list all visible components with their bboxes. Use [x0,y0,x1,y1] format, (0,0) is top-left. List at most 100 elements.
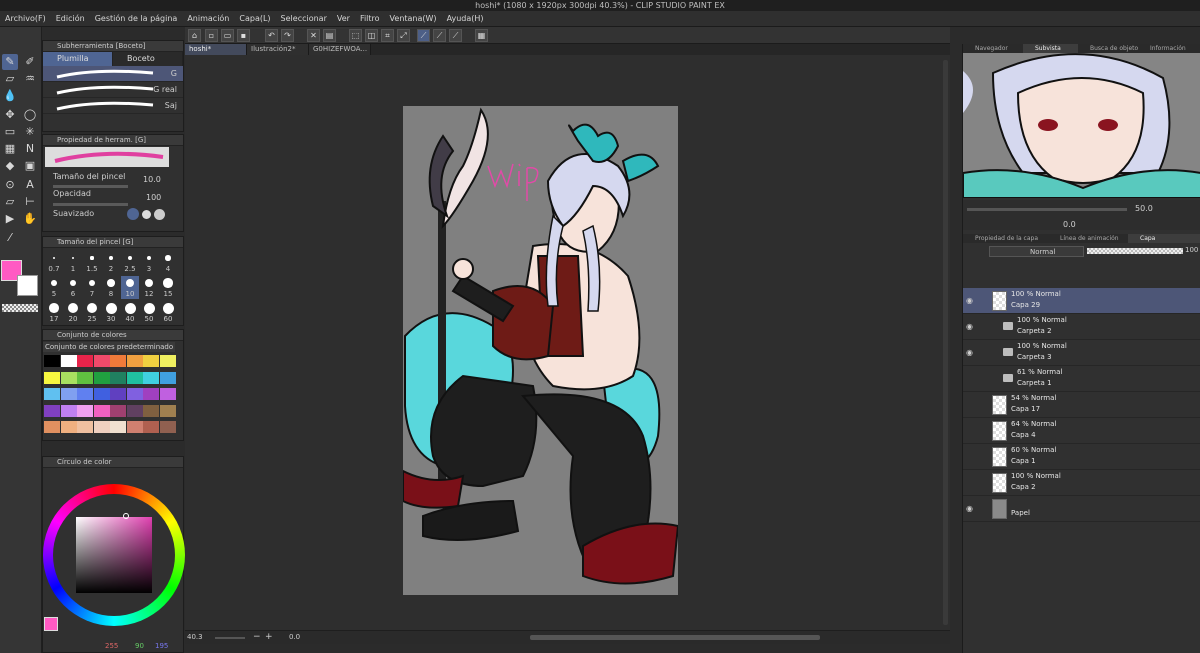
eyedropper-tool-icon[interactable]: ⊙ [2,177,18,193]
menu-animacion[interactable]: Animación [182,11,234,27]
tab-boceto[interactable]: Boceto [113,52,183,66]
fill-tool-icon[interactable]: ◆ [2,158,18,174]
layer-row[interactable]: 54 % Normal Capa 17 [963,392,1200,418]
color-swatch[interactable] [159,355,176,367]
layer-row[interactable]: ◉ 100 % Normal Carpeta 3 [963,340,1200,366]
layer-opacity-slider[interactable] [1087,248,1183,254]
menu-capa[interactable]: Capa(L) [234,11,275,27]
text-tool-icon[interactable]: A [22,177,38,193]
color-swatch[interactable] [93,355,110,367]
invert-selection-icon[interactable]: ◫ [365,29,378,42]
brush-size-dot[interactable] [88,279,96,287]
brush-size-dot[interactable] [125,278,135,288]
color-swatch[interactable] [159,421,176,433]
move-tool-icon[interactable]: ✥ [2,107,18,123]
color-swatch[interactable] [159,404,176,417]
menu-ayuda[interactable]: Ayuda(H) [442,11,489,27]
color-swatch[interactable] [93,421,110,433]
subview-angle[interactable]: 0.0 [1063,220,1076,229]
color-swatch[interactable] [126,421,143,433]
open-file-icon[interactable]: ▭ [221,29,234,42]
gradient-tool-icon[interactable]: ▣ [22,158,38,174]
clear-icon[interactable]: ✕ [307,29,320,42]
home-icon[interactable]: ⌂ [188,29,201,42]
brush-size-dot[interactable] [143,302,155,314]
layer-opacity-value[interactable]: 100 [1185,246,1198,254]
menu-ver[interactable]: Ver [332,11,355,27]
rotation-value[interactable]: 0.0 [289,633,300,641]
menu-edicion[interactable]: Edición [51,11,90,27]
brush-size-dot[interactable] [105,302,117,314]
color-swatch[interactable] [159,388,176,400]
smoothing-option[interactable] [127,208,139,220]
eye-icon[interactable]: ◉ [966,348,973,357]
color-swatch[interactable] [143,355,159,367]
brush-size-dot[interactable] [53,257,55,259]
brush-size-dot[interactable] [124,302,136,314]
color-swatch[interactable] [44,355,60,367]
brush-size-value[interactable]: 10.0 [143,175,161,184]
color-swatch[interactable] [126,371,143,384]
color-swatch[interactable] [77,421,93,433]
save-icon[interactable]: ▪ [237,29,250,42]
brush-tool-icon[interactable]: ♒ [22,71,38,87]
color-swatch[interactable] [44,404,60,417]
snap-special-ruler-icon[interactable]: ⟋ [433,29,446,42]
horizontal-scrollbar[interactable] [530,635,820,640]
pencil-tool-icon[interactable]: ✐ [22,54,38,70]
menu-filtro[interactable]: Filtro [355,11,385,27]
color-swatch[interactable] [77,371,93,384]
color-swatch[interactable] [143,388,159,400]
magic-wand-icon[interactable]: ✳ [22,124,38,140]
doc-tab-hoshi[interactable]: hoshi* [185,44,247,55]
tab-linea-animacion[interactable]: Línea de animación [1048,234,1128,243]
eye-icon[interactable]: ◉ [966,504,973,513]
color-swatch[interactable] [44,388,60,400]
transparent-color-swatch[interactable] [2,304,38,312]
color-swatch[interactable] [126,388,143,400]
deselect-icon[interactable]: ⬚ [349,29,362,42]
menu-ventana[interactable]: Ventana(W) [385,11,442,27]
crop-icon[interactable]: ⌗ [381,29,394,42]
brush-size-dot[interactable] [86,302,98,314]
brush-size-dot[interactable] [90,256,94,260]
brush-size-slider[interactable] [53,185,128,188]
pen-tool-icon[interactable]: ✎ [2,54,18,70]
blend-mode-dropdown[interactable]: Normal [989,246,1084,257]
brush-item-saj[interactable]: Saj [43,98,183,114]
eraser-tool-icon[interactable]: ▱ [2,71,18,87]
layer-row[interactable]: 60 % Normal Capa 1 [963,444,1200,470]
new-file-icon[interactable]: ▫ [205,29,218,42]
brush-item-g[interactable]: G [43,66,183,82]
color-swatch[interactable] [110,421,126,433]
ruler-line-tool-icon[interactable]: ⊢ [22,194,38,210]
blend-tool-icon[interactable]: 💧 [2,88,18,104]
subview-zoom[interactable]: 50.0 [1135,204,1153,213]
color-swatch[interactable] [143,404,159,417]
layer-row[interactable]: 61 % Normal Carpeta 1 [963,366,1200,392]
color-swatch[interactable] [93,404,110,417]
zoom-slider[interactable] [215,637,245,639]
color-swatch[interactable] [110,388,126,400]
zoom-out-icon[interactable]: − [253,632,261,642]
zoom-value[interactable]: 40.3 [187,633,203,641]
subview-zoom-slider[interactable] [967,208,1127,211]
brush-size-dot[interactable] [71,256,75,260]
brush-size-dot[interactable] [69,279,77,287]
brush-size-dot[interactable] [127,255,133,261]
subview-preview[interactable] [963,53,1200,198]
frame-tool-icon[interactable]: ▦ [2,141,18,157]
lasso-tool-icon[interactable]: ◯ [22,107,38,123]
tab-informacion[interactable]: Información [1138,44,1200,53]
color-swatch[interactable] [110,404,126,417]
color-swatch[interactable] [60,355,77,367]
color-swatch[interactable] [93,388,110,400]
brush-size-dot[interactable] [163,278,173,288]
artwork-canvas[interactable] [403,106,678,595]
zoom-in-icon[interactable]: + [265,632,273,642]
main-color-mini[interactable] [44,617,58,631]
balloon-tool-icon[interactable]: ▱ [2,194,18,210]
brush-size-dot[interactable] [162,302,174,314]
brush-size-dot[interactable] [144,278,154,288]
tab-subvista[interactable]: Subvista [1023,44,1078,53]
